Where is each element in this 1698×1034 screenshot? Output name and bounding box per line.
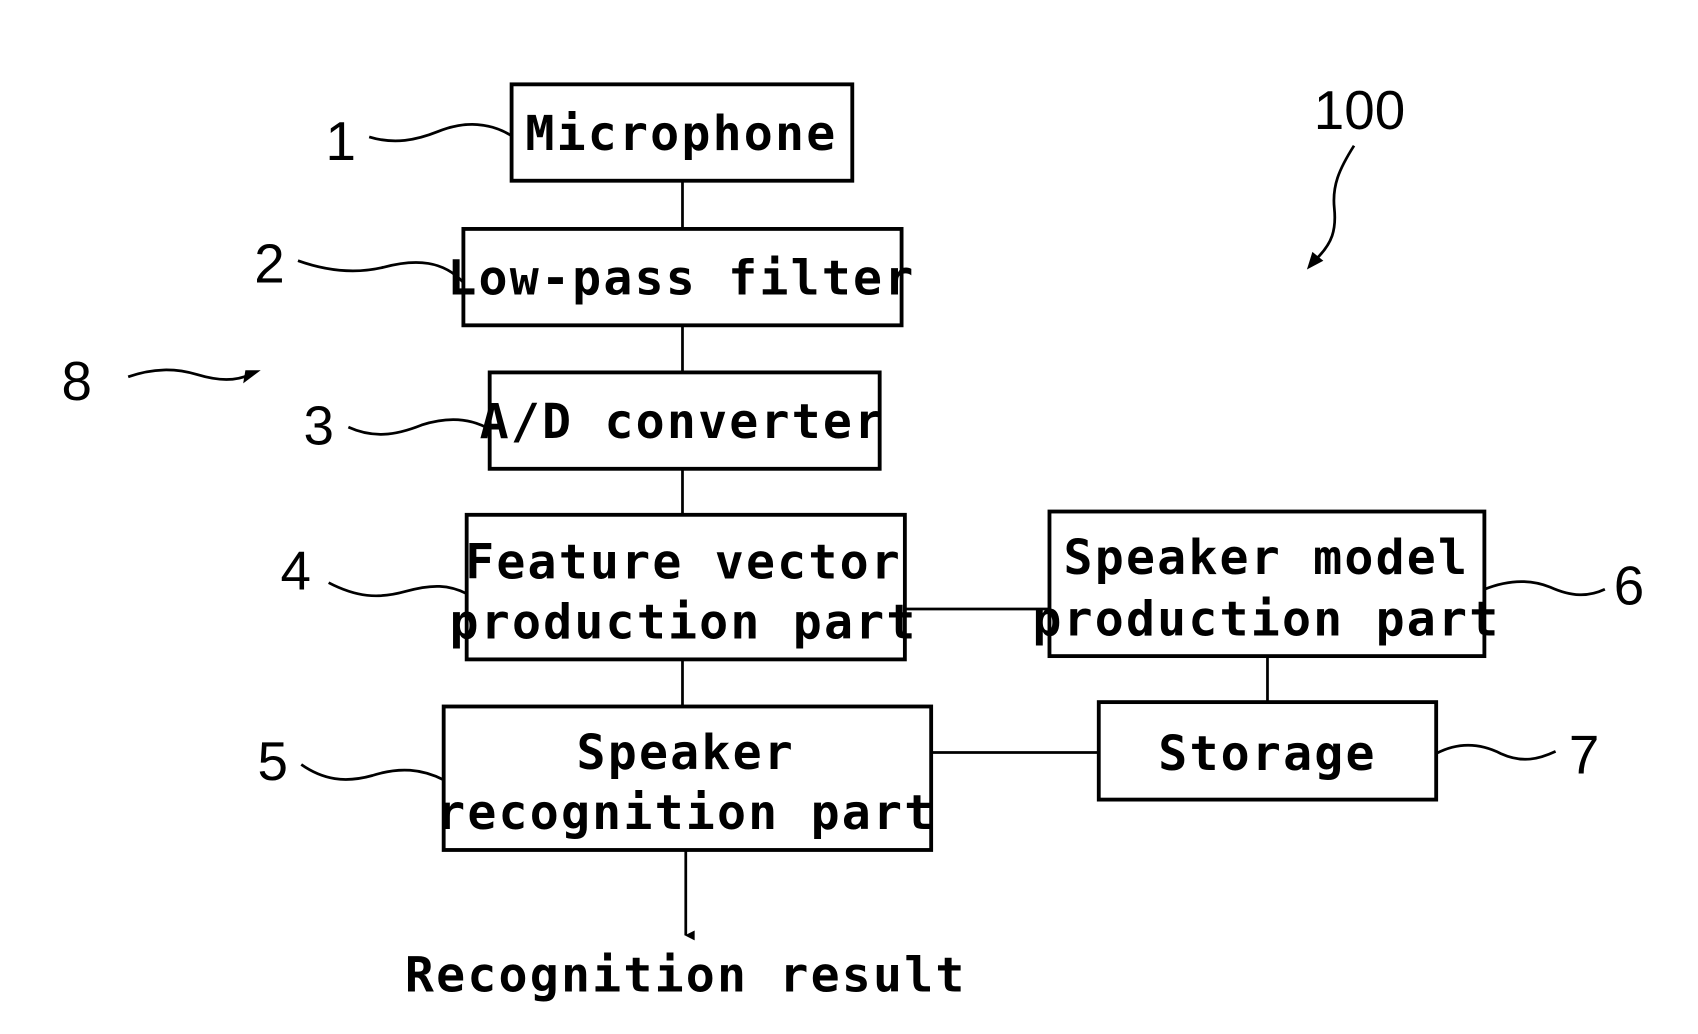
numeral-100-leader-arrow <box>1315 144 1356 260</box>
block-storage: Storage <box>1096 700 1439 802</box>
block-microphone: Microphone <box>509 82 855 183</box>
feature-vector-label-line1: Feature vector <box>465 534 902 590</box>
recognition-result-label: Recognition result <box>405 947 967 1003</box>
numeral-100-text: 100 <box>1314 79 1405 141</box>
numeral-8-leader-arrow <box>127 368 251 381</box>
numeral-7-leader <box>1435 744 1557 761</box>
numeral-8-text: 8 <box>61 350 91 412</box>
microphone-label: Microphone <box>525 106 837 162</box>
numeral-6-leader <box>1483 580 1606 597</box>
numeral-8-arrowhead <box>243 370 261 384</box>
ad-converter-label: A/D converter <box>480 394 886 450</box>
block-speaker-recognition: Speaker recognition part <box>436 704 935 852</box>
numeral-1: 1 <box>325 110 513 172</box>
numeral-7: 7 <box>1435 723 1599 785</box>
numeral-2: 2 <box>254 233 465 295</box>
numeral-6: 6 <box>1483 555 1644 617</box>
numeral-3-leader <box>347 418 491 436</box>
block-feature-vector: Feature vector production part <box>450 512 918 662</box>
speaker-model-label-line2: production part <box>1032 591 1500 647</box>
numeral-8: 8 <box>61 350 261 412</box>
low-pass-filter-label: Low-pass filter <box>447 251 915 307</box>
numeral-1-text: 1 <box>325 110 355 172</box>
numeral-3-text: 3 <box>304 395 334 457</box>
numeral-1-leader <box>368 123 513 143</box>
block-speaker-model: Speaker model production part <box>1032 509 1500 659</box>
numeral-2-leader <box>297 259 465 284</box>
numeral-6-text: 6 <box>1614 555 1644 617</box>
numeral-5-text: 5 <box>258 730 288 792</box>
numeral-4-text: 4 <box>281 539 311 601</box>
speaker-recognition-label-line2: recognition part <box>436 785 935 841</box>
numeral-100: 100 <box>1306 79 1405 270</box>
numeral-3: 3 <box>304 395 491 457</box>
speaker-recognition-label-line1: Speaker <box>577 725 795 781</box>
feature-vector-label-line2: production part <box>450 595 918 651</box>
numeral-5: 5 <box>258 730 445 792</box>
block-ad-converter: A/D converter <box>480 370 886 471</box>
block-diagram: Microphone Low-pass filter A/D converter… <box>61 79 1644 1003</box>
block-low-pass-filter: Low-pass filter <box>447 227 915 328</box>
numeral-5-leader <box>300 763 445 782</box>
numeral-2-text: 2 <box>254 233 284 295</box>
storage-label: Storage <box>1158 726 1376 782</box>
numeral-7-text: 7 <box>1569 723 1599 785</box>
numeral-4: 4 <box>281 539 468 601</box>
speaker-model-label-line1: Speaker model <box>1064 530 1470 586</box>
numeral-4-leader <box>328 581 468 598</box>
